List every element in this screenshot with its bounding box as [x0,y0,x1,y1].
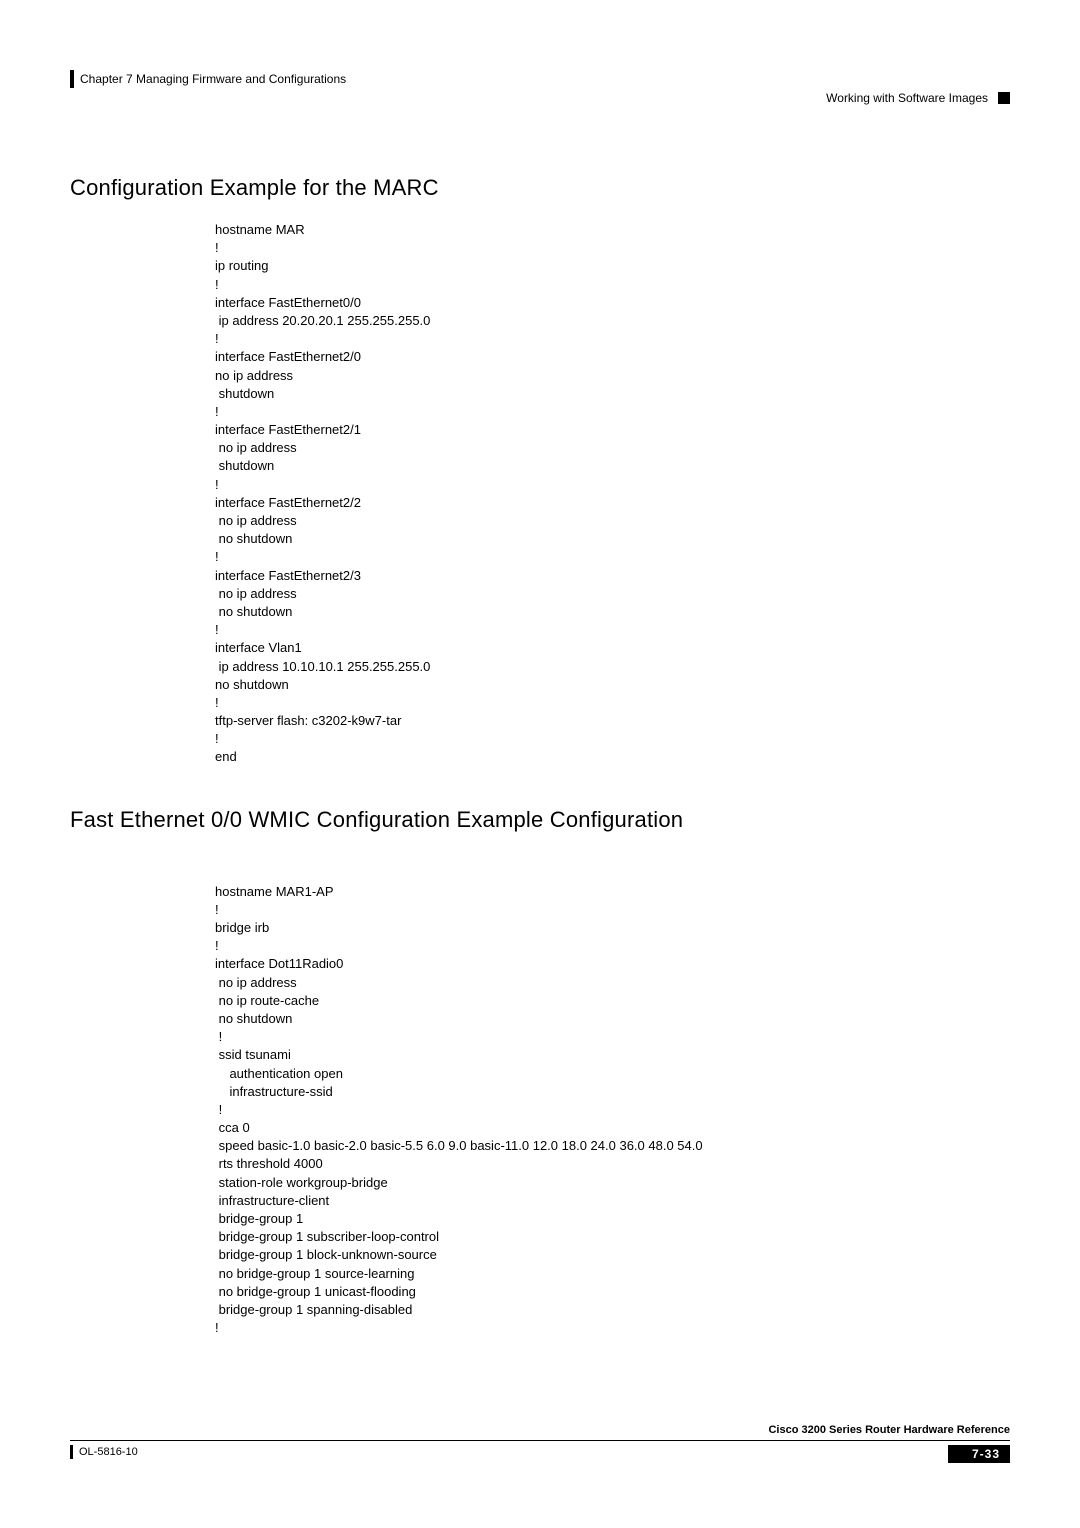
footer-doc-id: OL-5816-10 [79,1446,138,1458]
chapter-label: Chapter 7 Managing Firmware and Configur… [80,72,346,86]
page-footer: Cisco 3200 Series Router Hardware Refere… [70,1424,1010,1463]
header-square-icon [998,92,1010,104]
config-block-wmic: hostname MAR1-AP ! bridge irb ! interfac… [215,883,1010,1338]
header-section-label: Working with Software Images [826,91,988,105]
footer-reference: Cisco 3200 Series Router Hardware Refere… [70,1424,1010,1436]
footer-bar-icon [70,1445,73,1459]
header-bar-icon [70,70,74,88]
main-content: Configuration Example for the MARC hostn… [70,175,1010,1337]
page-number: 7-33 [962,1445,1010,1463]
section-heading-marc: Configuration Example for the MARC [70,175,1010,201]
footer-square-icon [948,1445,962,1463]
section-heading-wmic: Fast Ethernet 0/0 WMIC Configuration Exa… [70,807,1010,833]
config-block-marc: hostname MAR ! ip routing ! interface Fa… [215,221,1010,767]
page-header: Chapter 7 Managing Firmware and Configur… [70,70,1010,88]
